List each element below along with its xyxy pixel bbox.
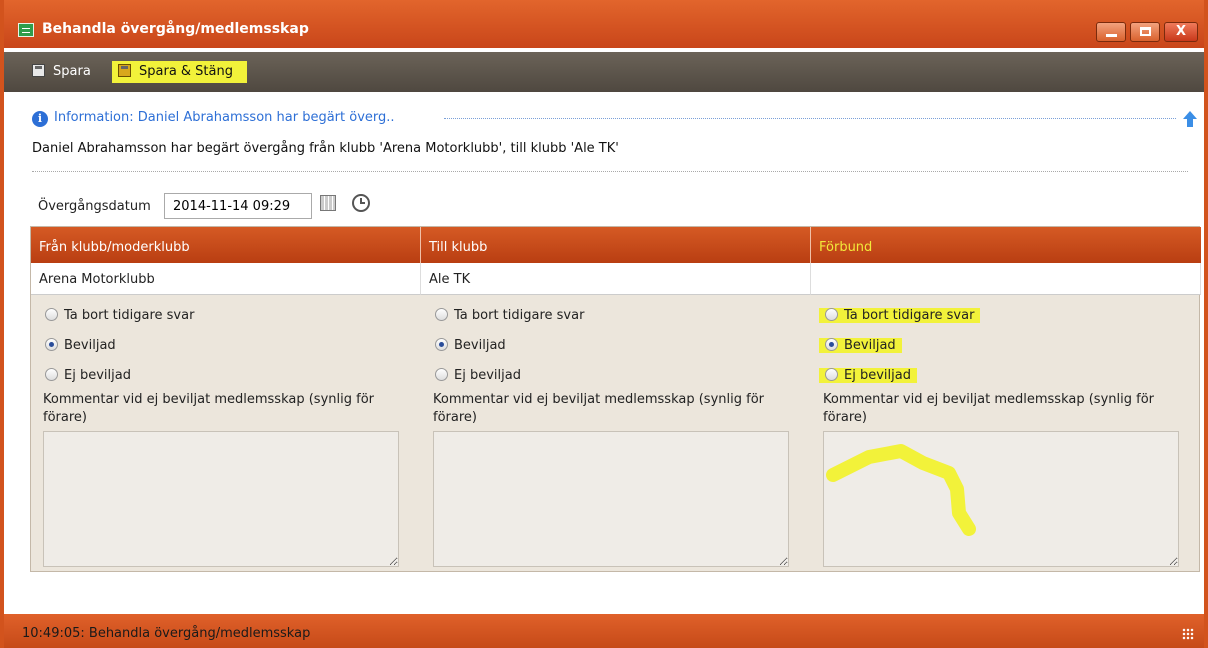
radio-icon [435, 308, 448, 321]
close-button[interactable]: X [1164, 22, 1198, 42]
save-and-close-button[interactable]: Spara & Stäng [112, 61, 247, 83]
transfer-date-label: Övergångsdatum [38, 199, 151, 214]
club-name: Arena Motorklubb [31, 263, 421, 295]
collapse-up-arrow-icon[interactable] [1182, 110, 1198, 128]
info-divider [444, 118, 1176, 119]
radio-icon [45, 308, 58, 321]
status-bar: 10:49:05: Behandla övergång/medlemsskap [4, 614, 1204, 648]
floppy-disk-icon [118, 64, 131, 77]
close-icon: X [1175, 24, 1187, 39]
column-header: Till klubb [421, 227, 811, 263]
radio-label: Ej beviljad [64, 368, 131, 383]
radio-approved[interactable]: Beviljad [435, 335, 506, 357]
dialog-window: Behandla övergång/medlemsskap X Spara Sp… [0, 0, 1208, 648]
maximize-button[interactable] [1130, 22, 1160, 42]
radio-icon [45, 368, 58, 381]
radio-selected-icon [435, 338, 448, 351]
comment-textarea[interactable] [43, 431, 399, 567]
radio-remove-answer[interactable]: Ta bort tidigare svar [435, 305, 584, 327]
resize-grip-icon[interactable] [1182, 628, 1194, 640]
radio-remove-answer[interactable]: Ta bort tidigare svar [45, 305, 194, 327]
comment-label: Kommentar vid ej beviljat medlemsskap (s… [43, 392, 374, 425]
radio-label: Ej beviljad [454, 368, 521, 383]
save-and-close-label: Spara & Stäng [139, 64, 233, 79]
radio-label: Beviljad [64, 338, 116, 353]
maximize-icon [1140, 27, 1151, 36]
info-icon: i [32, 111, 48, 127]
minimize-button[interactable] [1096, 22, 1126, 42]
radio-label: Ta bort tidigare svar [454, 308, 585, 323]
column-header: Från klubb/moderklubb [31, 227, 421, 263]
approval-grid: Från klubb/moderklubb Arena Motorklubb T… [30, 226, 1201, 572]
radio-icon [435, 368, 448, 381]
column-from-club: Från klubb/moderklubb Arena Motorklubb T… [31, 227, 421, 571]
window-title: Behandla övergång/medlemsskap [42, 21, 309, 37]
radio-approved[interactable]: Beviljad [45, 335, 116, 357]
comment-label: Kommentar vid ej beviljat medlemsskap (s… [433, 392, 764, 425]
radio-not-approved[interactable]: Ej beviljad [45, 365, 131, 387]
highlighter-scribble [826, 444, 976, 536]
radio-not-approved[interactable]: Ej beviljad [435, 365, 521, 387]
floppy-disk-icon [32, 64, 45, 77]
club-name: Ale TK [421, 263, 811, 295]
radio-label: Beviljad [454, 338, 506, 353]
transfer-date-input[interactable] [164, 193, 312, 219]
minimize-icon [1106, 34, 1117, 37]
save-button[interactable]: Spara [32, 61, 91, 83]
column-federation: Förbund Ta bort tidigare svar Beviljad E… [811, 227, 1201, 571]
toolbar: Spara Spara & Stäng [4, 52, 1204, 92]
info-message: Daniel Abrahamsson har begärt övergång f… [32, 141, 619, 156]
title-bar[interactable]: Behandla övergång/medlemsskap X [4, 0, 1204, 48]
clock-icon[interactable] [352, 194, 370, 212]
radio-label: Ta bort tidigare svar [64, 308, 195, 323]
column-to-club: Till klubb Ale TK Ta bort tidigare svar … [421, 227, 811, 571]
save-button-label: Spara [53, 64, 91, 79]
section-divider [32, 171, 1188, 172]
comment-textarea[interactable] [433, 431, 789, 567]
status-text: 10:49:05: Behandla övergång/medlemsskap [22, 626, 311, 641]
window-app-icon [18, 23, 34, 37]
calendar-icon[interactable] [320, 195, 336, 211]
info-header[interactable]: Information: Daniel Abrahamsson har begä… [54, 110, 395, 125]
radio-selected-icon [45, 338, 58, 351]
